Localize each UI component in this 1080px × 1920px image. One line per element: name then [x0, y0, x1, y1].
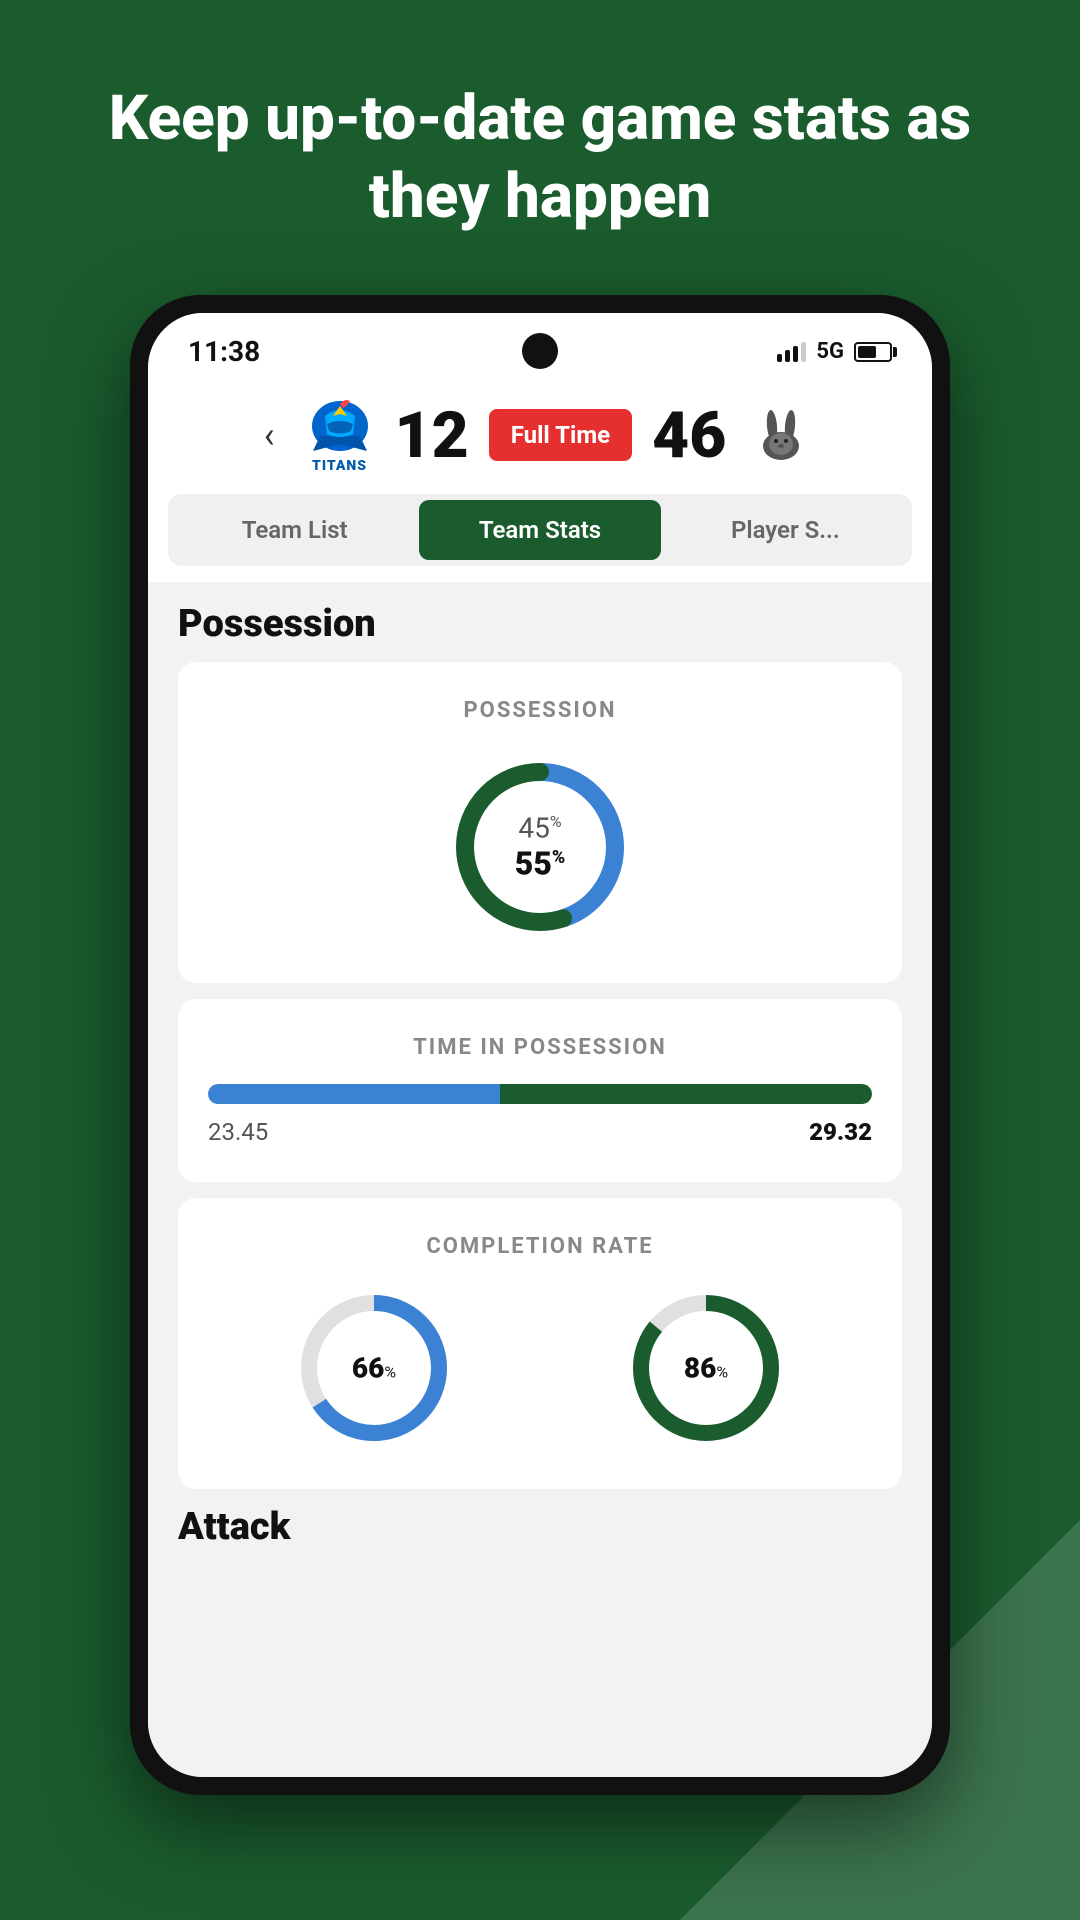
possession-label: POSSESSION	[208, 698, 872, 723]
phone-mockup: 11:38 5G ‹	[130, 295, 950, 1795]
time-team1-val: 23.45	[208, 1118, 268, 1146]
signal-bars-icon	[777, 342, 806, 362]
possession-values: 45% 55%	[515, 812, 565, 883]
status-time: 11:38	[188, 335, 260, 368]
away-team-logo	[746, 408, 816, 463]
completion-donuts: 66% 86%	[208, 1283, 872, 1453]
time-possession-card: TIME IN POSSESSION 23.45 29.32	[178, 999, 902, 1182]
attack-section-title: Attack	[178, 1505, 902, 1549]
team2-possession-pct: 55%	[515, 845, 565, 883]
team2-completion-donut: 86%	[621, 1283, 791, 1453]
tab-team-stats[interactable]: Team Stats	[419, 500, 660, 560]
match-header: ‹ TITANS 12 Full Time	[148, 378, 932, 494]
away-score: 46	[652, 398, 726, 473]
page-headline: Keep up-to-date game stats as they happe…	[0, 0, 1080, 295]
tabs-row: Team List Team Stats Player S...	[168, 494, 912, 566]
possession-section-title: Possession	[178, 602, 902, 646]
network-type: 5G	[816, 339, 844, 364]
tab-team-list[interactable]: Team List	[174, 500, 415, 560]
possession-donut: 45% 55%	[440, 747, 640, 947]
completion-rate-label: COMPLETION RATE	[208, 1234, 872, 1259]
tabs-container: Team List Team Stats Player S...	[148, 494, 932, 582]
battery-icon	[854, 342, 892, 362]
titans-helmet-icon	[305, 396, 375, 456]
phone-screen: 11:38 5G ‹	[148, 313, 932, 1777]
home-score: 12	[395, 398, 469, 473]
time-possession-label: TIME IN POSSESSION	[208, 1035, 872, 1060]
back-button[interactable]: ‹	[264, 414, 275, 456]
match-status-badge: Full Time	[489, 409, 632, 461]
content-area: Possession POSSESSION	[148, 582, 932, 1777]
tab-player-stats[interactable]: Player S...	[665, 500, 906, 560]
team1-completion-val: 66%	[352, 1352, 396, 1385]
status-right: 5G	[777, 339, 892, 364]
time-possession-bar: 23.45 29.32	[208, 1084, 872, 1146]
home-team-name: TITANS	[312, 458, 367, 474]
rabbitohs-bunny-icon	[746, 408, 816, 463]
camera-notch	[522, 333, 558, 369]
home-team-logo: TITANS	[305, 396, 375, 474]
completion-rate-card: COMPLETION RATE 66%	[178, 1198, 902, 1489]
team1-possession-pct: 45%	[515, 812, 565, 845]
possession-card: POSSESSION 45%	[178, 662, 902, 983]
team2-completion-val: 86%	[684, 1352, 728, 1385]
time-team2-val: 29.32	[809, 1118, 872, 1146]
team1-completion-donut: 66%	[289, 1283, 459, 1453]
